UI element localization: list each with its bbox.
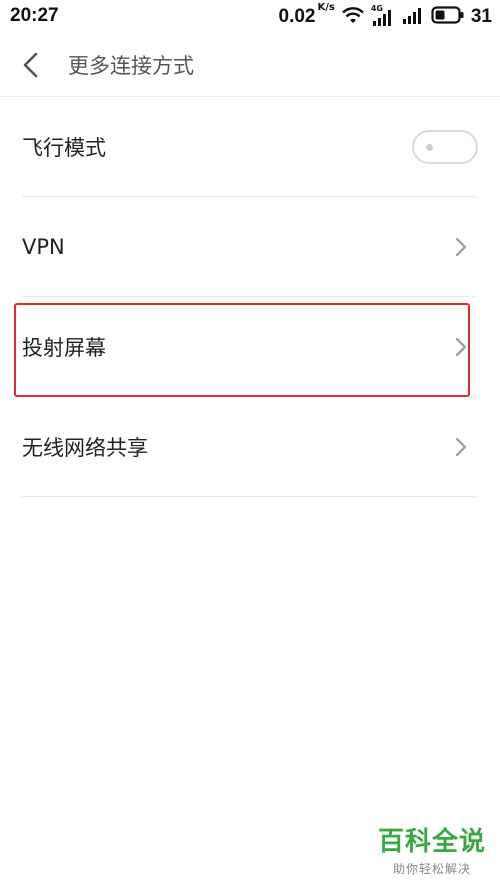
net-speed-value: 0.02 <box>278 6 316 27</box>
list-item-label: 飞行模式 <box>22 136 106 160</box>
list-item-label: 无线网络共享 <box>22 436 148 460</box>
battery-level: 31 <box>470 6 492 27</box>
status-bar: 20:27 0.02 K/s 4G 31 <box>0 0 500 34</box>
list-item-label: VPN <box>22 235 65 259</box>
list-item-wireless-sharing[interactable]: 无线网络共享 <box>22 397 478 497</box>
net-speed: 0.02 K/s <box>278 2 335 28</box>
battery-icon <box>431 5 465 29</box>
toggle-knob <box>426 144 433 151</box>
chevron-right-icon <box>455 337 467 357</box>
net-speed-unit: K/s <box>317 2 335 13</box>
list-item-vpn[interactable]: VPN <box>22 197 478 297</box>
list-item-label: 投射屏幕 <box>22 336 106 360</box>
airplane-mode-toggle[interactable] <box>412 130 478 164</box>
wifi-icon <box>341 5 365 29</box>
chevron-right-icon <box>455 237 467 257</box>
chevron-right-icon <box>455 437 467 457</box>
page-title: 更多连接方式 <box>68 54 194 78</box>
row-divider <box>22 496 478 497</box>
list-item-airplane-mode[interactable]: 飞行模式 <box>22 97 478 197</box>
status-right: 0.02 K/s 4G 31 <box>278 2 492 30</box>
list-item-screen-projection[interactable]: 投射屏幕 <box>22 297 478 397</box>
watermark-subtitle: 助你轻松解决 <box>392 862 471 876</box>
app-header: 更多连接方式 <box>0 34 500 96</box>
chevron-left-icon <box>23 52 38 78</box>
signal-icon <box>401 4 425 30</box>
back-button[interactable] <box>16 48 48 82</box>
watermark: 百科全说 助你轻松解决 <box>378 821 486 877</box>
watermark-title: 百科全说 <box>377 827 486 857</box>
status-time: 20:27 <box>10 5 59 26</box>
signal-4g-icon: 4G <box>371 4 395 28</box>
